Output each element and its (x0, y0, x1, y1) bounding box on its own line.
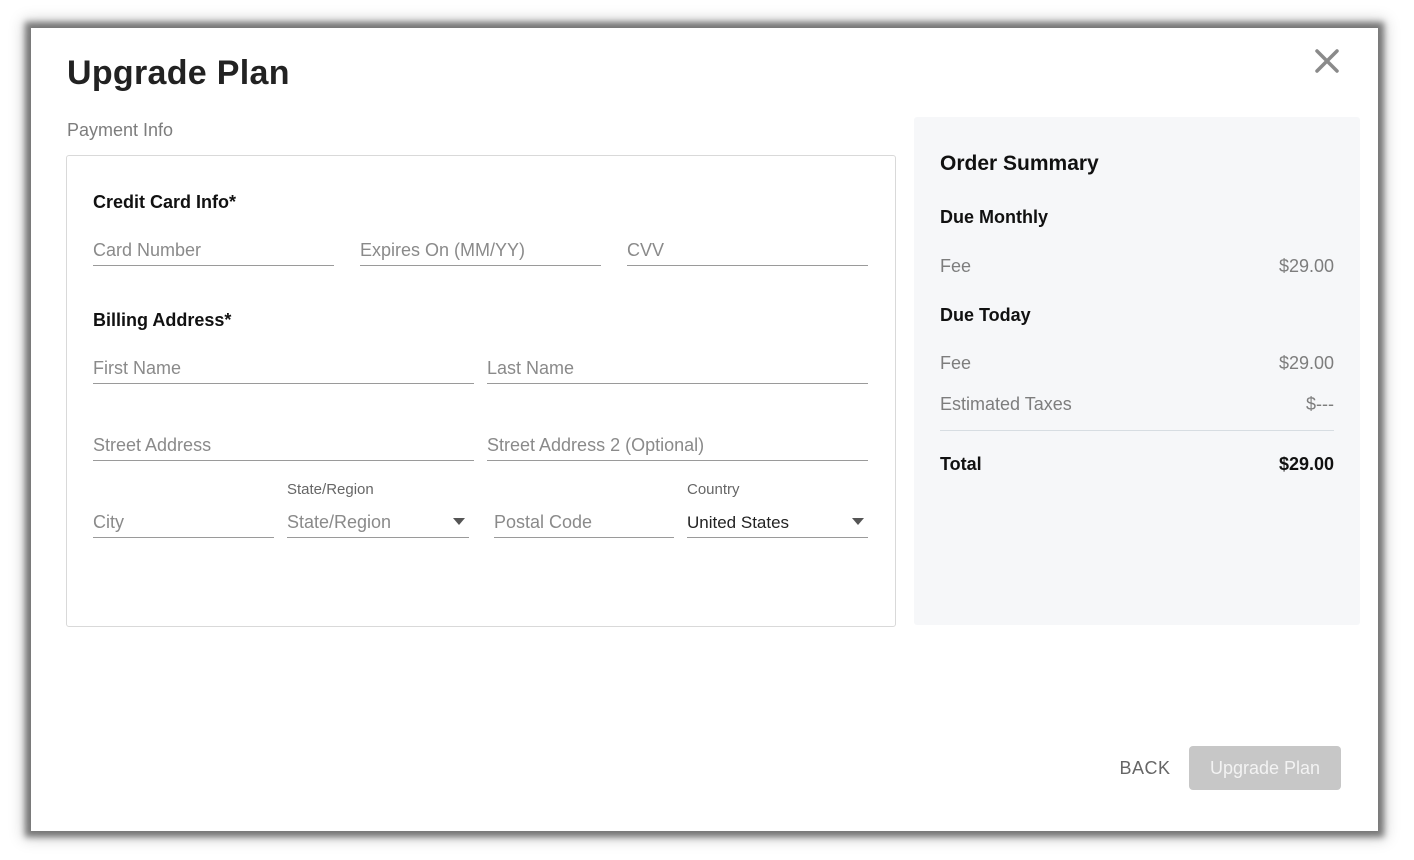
total-label: Total (940, 454, 982, 474)
cvv-placeholder: CVV (627, 240, 665, 260)
first-name-placeholder: First Name (93, 358, 182, 378)
due-monthly-heading: Due Monthly (940, 207, 1048, 227)
last-name-placeholder: Last Name (487, 358, 575, 378)
chevron-down-icon (453, 518, 465, 525)
estimated-taxes-value: $--- (1306, 394, 1334, 414)
close-button[interactable] (1312, 46, 1342, 76)
monthly-fee-label: Fee (940, 256, 972, 276)
today-fee-label: Fee (940, 353, 972, 373)
payment-info-label: Payment Info (67, 120, 174, 140)
chevron-down-icon (852, 518, 864, 525)
upgrade-plan-modal: Upgrade Plan Payment Info Credit Card In… (31, 28, 1378, 831)
summary-divider (940, 430, 1334, 431)
billing-address-heading: Billing Address* (93, 310, 232, 330)
close-icon (1315, 49, 1339, 73)
expiry-placeholder: Expires On (MM/YY) (360, 240, 526, 260)
city-field[interactable]: City (93, 507, 274, 538)
estimated-taxes-label: Estimated Taxes (940, 394, 1072, 414)
total-value: $29.00 (1278, 454, 1334, 474)
today-fee-value: $29.00 (1278, 353, 1334, 373)
street-address-2-field[interactable]: Street Address 2 (Optional) (487, 430, 868, 461)
country-select[interactable]: United States (687, 507, 868, 538)
payment-form-panel: Credit Card Info* Card Number Expires On… (66, 155, 896, 627)
back-button[interactable]: BACK (1109, 746, 1181, 790)
monthly-fee-value: $29.00 (1278, 256, 1334, 276)
order-summary-title: Order Summary (940, 152, 1099, 175)
monthly-fee-row: Fee $29.00 (940, 256, 1334, 280)
first-name-field[interactable]: First Name (93, 353, 474, 384)
credit-card-heading: Credit Card Info* (93, 192, 237, 212)
street-address-2-placeholder: Street Address 2 (Optional) (487, 435, 705, 455)
today-fee-row: Fee $29.00 (940, 353, 1334, 377)
last-name-field[interactable]: Last Name (487, 353, 868, 384)
upgrade-plan-button[interactable]: Upgrade Plan (1189, 746, 1341, 790)
modal-title: Upgrade Plan (67, 54, 290, 92)
state-region-select[interactable]: State/Region (287, 507, 469, 538)
card-number-placeholder: Card Number (93, 240, 202, 260)
postal-code-field[interactable]: Postal Code (494, 507, 674, 538)
street-address-placeholder: Street Address (93, 435, 212, 455)
state-region-value: State/Region (287, 512, 392, 532)
order-summary-panel: Order Summary Due Monthly Fee $29.00 Due… (914, 117, 1360, 625)
state-region-label: State/Region (287, 481, 374, 498)
total-row: Total $29.00 (940, 454, 1334, 478)
screen: Upgrade Plan Payment Info Credit Card In… (0, 0, 1414, 860)
due-today-heading: Due Today (940, 305, 1031, 325)
country-label: Country (687, 481, 740, 498)
country-value: United States (687, 513, 790, 532)
cvv-field[interactable]: CVV (627, 235, 868, 266)
city-placeholder: City (93, 512, 124, 532)
expiry-field[interactable]: Expires On (MM/YY) (360, 235, 601, 266)
street-address-field[interactable]: Street Address (93, 430, 474, 461)
postal-code-placeholder: Postal Code (494, 512, 593, 532)
estimated-taxes-row: Estimated Taxes $--- (940, 394, 1334, 418)
card-number-field[interactable]: Card Number (93, 235, 334, 266)
